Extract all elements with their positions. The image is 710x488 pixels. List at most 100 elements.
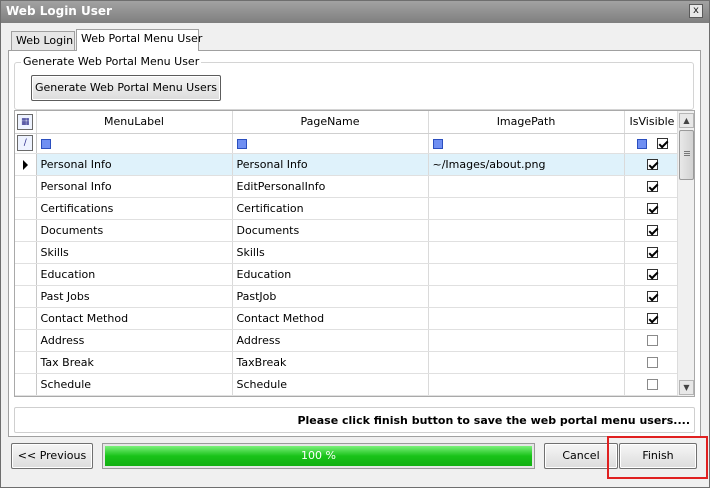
cell-pagename[interactable]: Certification [232,197,429,220]
cell-imagepath[interactable] [428,219,625,242]
cell-pagename[interactable]: Address [232,329,429,352]
cell-pagename[interactable]: TaxBreak [232,351,429,374]
column-header-imagepath[interactable]: ImagePath [428,111,625,134]
filter-cell-imagepath[interactable] [428,133,625,154]
cell-imagepath[interactable] [428,263,625,286]
row-header[interactable] [15,329,37,352]
table-row[interactable]: Certifications Certification [15,197,681,220]
cell-imagepath[interactable] [428,285,625,308]
isvisible-checkbox[interactable] [646,335,658,346]
cell-pagename[interactable]: EditPersonalInfo [232,175,429,198]
isvisible-checkbox[interactable] [646,269,658,280]
cell-isvisible[interactable] [624,285,681,308]
isvisible-checkbox[interactable] [646,379,658,390]
table-row[interactable]: Tax Break TaxBreak [15,351,681,374]
table-row[interactable]: Education Education [15,263,681,286]
filter-icon[interactable] [40,138,51,149]
scroll-up-button[interactable]: ▲ [679,113,694,128]
cell-isvisible[interactable] [624,241,681,264]
cell-menulabel[interactable]: Documents [36,219,233,242]
isvisible-checkbox[interactable] [646,181,658,192]
isvisible-checkbox[interactable] [646,159,658,170]
column-header-isvisible[interactable]: IsVisible [624,111,681,134]
cell-menulabel[interactable]: Tax Break [36,351,233,374]
cell-pagename[interactable]: Education [232,263,429,286]
row-header[interactable] [15,285,37,308]
row-header[interactable] [15,241,37,264]
cell-imagepath[interactable] [428,373,625,396]
filter-icon[interactable] [636,138,647,149]
isvisible-checkbox[interactable] [646,313,658,324]
cell-isvisible[interactable] [624,329,681,352]
cell-isvisible[interactable] [624,197,681,220]
table-row[interactable]: Schedule Schedule [15,373,681,396]
cell-isvisible[interactable] [624,307,681,330]
cell-menulabel[interactable]: Past Jobs [36,285,233,308]
cell-imagepath[interactable] [428,175,625,198]
row-header[interactable] [15,153,37,176]
table-row[interactable]: Personal Info Personal Info ~/Images/about… [15,153,681,176]
scroll-down-button[interactable]: ▼ [679,380,694,395]
cell-imagepath[interactable] [428,329,625,352]
row-header[interactable] [15,197,37,220]
row-header[interactable] [15,307,37,330]
filter-checkbox[interactable] [656,138,668,149]
table-row[interactable]: Contact Method Contact Method [15,307,681,330]
cell-menulabel[interactable]: Personal Info [36,153,233,176]
cell-menulabel[interactable]: Skills [36,241,233,264]
cell-isvisible[interactable] [624,219,681,242]
cell-menulabel[interactable]: Personal Info [36,175,233,198]
cell-pagename[interactable]: Schedule [232,373,429,396]
cell-pagename[interactable]: PastJob [232,285,429,308]
cell-imagepath[interactable] [428,197,625,220]
column-header-menulabel[interactable]: MenuLabel [36,111,233,134]
cell-isvisible[interactable] [624,153,681,176]
scroll-thumb[interactable] [679,130,694,180]
cell-menulabel[interactable]: Education [36,263,233,286]
cell-imagepath[interactable]: ~/Images/about.png [428,153,625,176]
isvisible-checkbox[interactable] [646,291,658,302]
cell-pagename[interactable]: Documents [232,219,429,242]
filter-cell-isvisible[interactable] [624,133,681,154]
generate-menu-users-button[interactable]: Generate Web Portal Menu Users [31,75,221,101]
tab-web-portal-menu-user[interactable]: Web Portal Menu User [76,29,202,51]
filter-icon[interactable] [236,138,247,149]
column-chooser-icon[interactable]: ▦ [17,113,34,130]
isvisible-checkbox[interactable] [646,247,658,258]
row-header[interactable] [15,373,37,396]
tab-web-login[interactable]: Web Login [11,31,75,50]
filter-cell-menulabel[interactable] [36,133,233,154]
cell-menulabel[interactable]: Schedule [36,373,233,396]
cell-pagename[interactable]: Contact Method [232,307,429,330]
vertical-scrollbar[interactable]: ▲ ▼ [677,111,694,396]
column-header-pagename[interactable]: PageName [232,111,429,134]
cell-imagepath[interactable] [428,351,625,374]
cell-isvisible[interactable] [624,175,681,198]
filter-clear-icon[interactable]: ∕ [17,135,34,151]
cell-pagename[interactable]: Personal Info [232,153,429,176]
isvisible-checkbox[interactable] [646,203,658,214]
table-row[interactable]: Skills Skills [15,241,681,264]
cell-isvisible[interactable] [624,373,681,396]
column-chooser[interactable]: ▦ [15,111,37,134]
row-header[interactable] [15,219,37,242]
table-row[interactable]: Personal Info EditPersonalInfo [15,175,681,198]
cell-menulabel[interactable]: Contact Method [36,307,233,330]
cell-menulabel[interactable]: Certifications [36,197,233,220]
cell-imagepath[interactable] [428,241,625,264]
row-header[interactable] [15,175,37,198]
isvisible-checkbox[interactable] [646,225,658,236]
table-row[interactable]: Past Jobs PastJob [15,285,681,308]
cell-menulabel[interactable]: Address [36,329,233,352]
cell-imagepath[interactable] [428,307,625,330]
row-header[interactable] [15,351,37,374]
cell-isvisible[interactable] [624,263,681,286]
table-row[interactable]: Address Address [15,329,681,352]
cell-pagename[interactable]: Skills [232,241,429,264]
filter-icon[interactable] [432,138,443,149]
filter-cell-pagename[interactable] [232,133,429,154]
isvisible-checkbox[interactable] [646,357,658,368]
row-header[interactable] [15,263,37,286]
filter-clear[interactable]: ∕ [15,133,37,154]
close-button[interactable]: x [689,4,703,18]
